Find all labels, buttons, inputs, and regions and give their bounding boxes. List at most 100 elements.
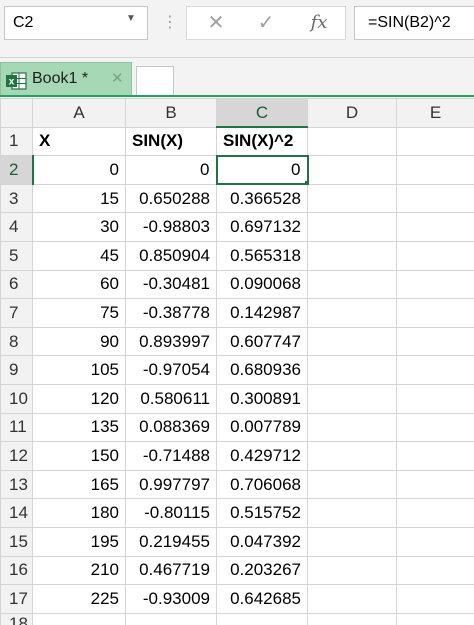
table-cell[interactable]	[307, 584, 397, 614]
table-cell[interactable]: 0.429712	[216, 441, 308, 471]
table-cell[interactable]	[307, 412, 397, 443]
table-cell[interactable]: 0.850904	[125, 240, 217, 271]
table-cell[interactable]: 0.047392	[216, 526, 308, 557]
table-cell[interactable]	[307, 298, 397, 328]
column-header-e[interactable]: E	[396, 98, 474, 128]
table-cell[interactable]	[396, 441, 474, 471]
table-cell[interactable]: 0.642685	[216, 584, 308, 614]
table-cell[interactable]: 0.515752	[216, 498, 308, 528]
table-cell[interactable]: -0.97054	[125, 355, 217, 385]
table-cell[interactable]: 0.090068	[216, 269, 308, 300]
table-cell[interactable]: 105	[32, 355, 126, 385]
table-cell[interactable]	[307, 240, 397, 271]
close-icon[interactable]: ✕	[111, 63, 124, 95]
formula-input[interactable]: =SIN(B2)^2	[354, 6, 474, 40]
row-header[interactable]: 7	[0, 298, 33, 328]
table-cell[interactable]	[396, 555, 474, 586]
table-cell[interactable]	[396, 383, 474, 414]
table-cell[interactable]: 135	[32, 412, 126, 443]
row-header[interactable]: 10	[0, 383, 33, 414]
row-header[interactable]: 3	[0, 183, 33, 214]
row-header[interactable]: 11	[0, 412, 33, 443]
table-cell[interactable]: -0.38778	[125, 298, 217, 328]
row-header[interactable]: 16	[0, 555, 33, 586]
table-cell[interactable]: 0.300891	[216, 383, 308, 414]
table-cell[interactable]: 0.366528	[216, 183, 308, 214]
fill-handle[interactable]	[303, 180, 306, 183]
table-cell[interactable]: 0.219455	[125, 526, 217, 557]
table-cell[interactable]: 0.893997	[125, 326, 217, 357]
table-cell[interactable]: 180	[32, 498, 126, 528]
row-header[interactable]: 13	[0, 469, 33, 500]
cell-e1[interactable]	[396, 126, 474, 157]
table-cell[interactable]: 60	[32, 269, 126, 300]
table-cell[interactable]: 225	[32, 584, 126, 614]
table-cell[interactable]: 75	[32, 298, 126, 328]
table-cell[interactable]	[307, 526, 397, 557]
check-icon[interactable]: ✓	[251, 7, 281, 39]
table-cell[interactable]: 165	[32, 469, 126, 500]
table-cell[interactable]: 120	[32, 383, 126, 414]
table-cell[interactable]	[396, 240, 474, 271]
cell-b1[interactable]: SIN(X)	[125, 126, 217, 157]
table-cell[interactable]	[396, 526, 474, 557]
cell-d1[interactable]	[307, 126, 397, 157]
table-cell[interactable]: 15	[32, 183, 126, 214]
table-cell[interactable]	[307, 612, 397, 625]
table-cell[interactable]	[396, 412, 474, 443]
cell-e2[interactable]	[396, 155, 474, 185]
table-cell[interactable]: -0.98803	[125, 212, 217, 242]
row-header[interactable]: 5	[0, 240, 33, 271]
table-cell[interactable]: 0.142987	[216, 298, 308, 328]
column-header-d[interactable]: D	[307, 98, 397, 128]
table-cell[interactable]	[125, 612, 217, 625]
table-cell[interactable]: 0.997797	[125, 469, 217, 500]
table-cell[interactable]: 30	[32, 212, 126, 242]
active-cell-c2[interactable]: 0	[215, 154, 309, 186]
table-cell[interactable]	[396, 584, 474, 614]
table-cell[interactable]	[396, 469, 474, 500]
table-cell[interactable]	[396, 212, 474, 242]
table-cell[interactable]	[307, 383, 397, 414]
row-header[interactable]: 1	[0, 126, 33, 157]
cell-a1[interactable]: X	[32, 126, 126, 157]
column-header-b[interactable]: B	[125, 98, 217, 128]
table-cell[interactable]: 0.565318	[216, 240, 308, 271]
new-tab-button[interactable]	[136, 66, 174, 96]
table-cell[interactable]	[216, 612, 308, 625]
table-cell[interactable]: -0.71488	[125, 441, 217, 471]
table-cell[interactable]	[307, 183, 397, 214]
table-cell[interactable]	[396, 612, 474, 625]
table-cell[interactable]	[396, 298, 474, 328]
table-cell[interactable]	[307, 441, 397, 471]
row-header[interactable]: 8	[0, 326, 33, 357]
chevron-down-icon[interactable]: ▼	[126, 14, 136, 24]
row-header[interactable]: 2	[0, 155, 34, 185]
row-header[interactable]: 14	[0, 498, 33, 528]
row-header[interactable]: 6	[0, 269, 33, 300]
row-header[interactable]: 17	[0, 584, 33, 614]
table-cell[interactable]	[307, 555, 397, 586]
table-cell[interactable]	[32, 612, 126, 625]
cell-c1[interactable]: SIN(X)^2	[216, 126, 308, 157]
cancel-icon[interactable]: ✕	[201, 7, 231, 39]
row-header[interactable]: 4	[0, 212, 33, 242]
row-header[interactable]: 15	[0, 526, 33, 557]
table-cell[interactable]	[396, 269, 474, 300]
table-cell[interactable]	[307, 269, 397, 300]
table-cell[interactable]: 150	[32, 441, 126, 471]
table-cell[interactable]: 0.088369	[125, 412, 217, 443]
table-cell[interactable]: 0.007789	[216, 412, 308, 443]
column-header-a[interactable]: A	[32, 98, 126, 128]
table-cell[interactable]: 0.607747	[216, 326, 308, 357]
column-header-c[interactable]: C	[216, 98, 308, 129]
table-cell[interactable]: 0.203267	[216, 555, 308, 586]
table-cell[interactable]: 0.706068	[216, 469, 308, 500]
cell-d2[interactable]	[307, 155, 397, 185]
table-cell[interactable]	[307, 212, 397, 242]
table-cell[interactable]: 0.697132	[216, 212, 308, 242]
table-cell[interactable]	[396, 183, 474, 214]
table-cell[interactable]: 0.650288	[125, 183, 217, 214]
select-all-corner[interactable]	[0, 98, 33, 128]
table-cell[interactable]	[396, 326, 474, 357]
